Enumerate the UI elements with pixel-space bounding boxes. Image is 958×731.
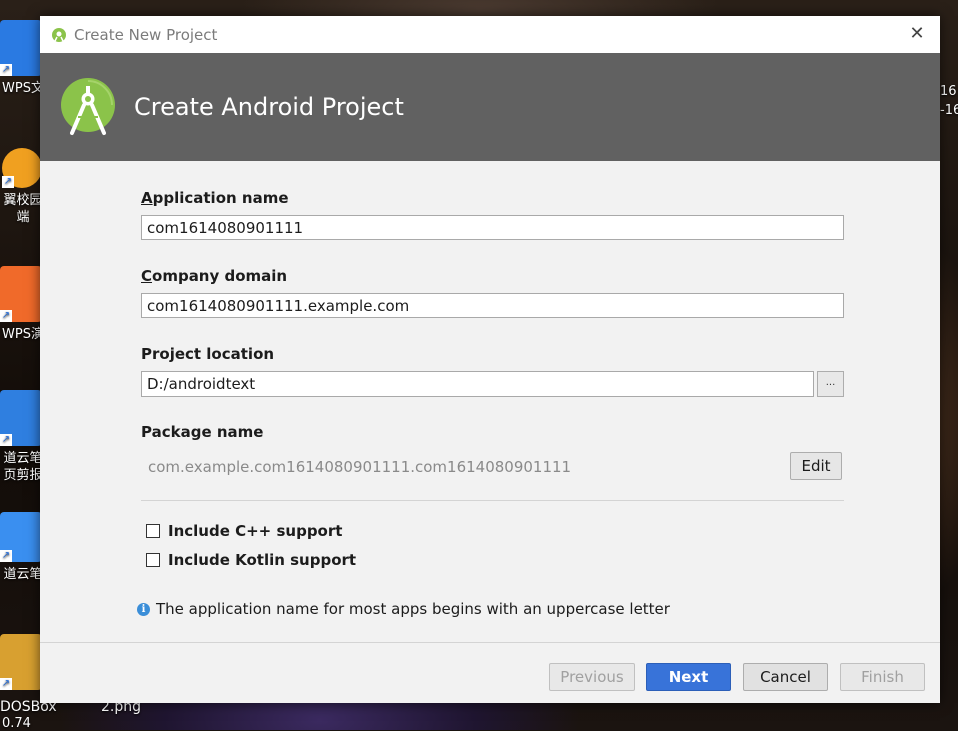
desktop-icon-label: 0.74	[2, 716, 31, 731]
browse-location-button[interactable]: ...	[817, 371, 844, 397]
android-studio-icon	[52, 27, 66, 42]
youdao-note-icon: ↗	[0, 512, 42, 562]
dialog-heading: Create Android Project	[134, 93, 404, 121]
close-icon[interactable]: ✕	[906, 23, 928, 45]
finish-button[interactable]: Finish	[840, 663, 925, 691]
dosbox-icon: ↗	[0, 634, 42, 690]
create-project-dialog: Create New Project ✕ Create Android Proj…	[40, 16, 940, 703]
company-domain-label-mnemonic: C	[141, 267, 153, 285]
package-name-label: Package name	[141, 423, 264, 441]
title-bar[interactable]: Create New Project ✕	[40, 16, 940, 53]
project-location-label: Project location	[141, 345, 275, 363]
youdao-clipper-icon: ↗	[0, 390, 42, 446]
cpp-support-label: Include C++ support	[168, 522, 343, 540]
company-domain-label-text: ompany domain	[152, 267, 288, 285]
edit-package-button[interactable]: Edit	[790, 452, 842, 480]
dialog-header: Create Android Project	[40, 53, 940, 161]
cpp-support-checkbox-row[interactable]: Include C++ support	[146, 522, 342, 540]
package-name-value: com.example.com1614080901111.com16140809…	[148, 458, 572, 476]
kotlin-support-checkbox[interactable]	[146, 553, 160, 567]
kotlin-support-label: Include Kotlin support	[168, 551, 357, 569]
application-name-label-mnemonic: A	[141, 189, 153, 207]
cancel-button[interactable]: Cancel	[743, 663, 828, 691]
application-name-label-text: pplication name	[152, 189, 289, 207]
desktop-right-fragment: 16 -16	[940, 82, 958, 120]
company-domain-input[interactable]	[141, 293, 844, 318]
info-icon: i	[137, 602, 150, 616]
wps-presentation-icon: ↗	[0, 266, 42, 322]
company-domain-label: Company domain	[141, 267, 287, 285]
campus-app-icon: ↗	[2, 148, 42, 188]
desktop-right-fragment-line: -16	[940, 103, 958, 118]
android-studio-logo-icon	[61, 78, 115, 135]
previous-button[interactable]: Previous	[549, 663, 635, 691]
info-message: i The application name for most apps beg…	[137, 600, 670, 618]
project-location-input[interactable]	[141, 371, 814, 397]
info-text: The application name for most apps begin…	[156, 600, 670, 618]
form-divider	[141, 500, 844, 501]
cpp-support-checkbox[interactable]	[146, 524, 160, 538]
wps-writer-icon: ↗	[0, 20, 42, 76]
next-button[interactable]: Next	[646, 663, 731, 691]
kotlin-support-checkbox-row[interactable]: Include Kotlin support	[146, 551, 356, 569]
footer-divider	[40, 642, 940, 643]
application-name-input[interactable]	[141, 215, 844, 240]
application-name-label: Application name	[141, 189, 289, 207]
window-title: Create New Project	[74, 25, 218, 44]
desktop-right-fragment-line: 16	[940, 84, 957, 99]
